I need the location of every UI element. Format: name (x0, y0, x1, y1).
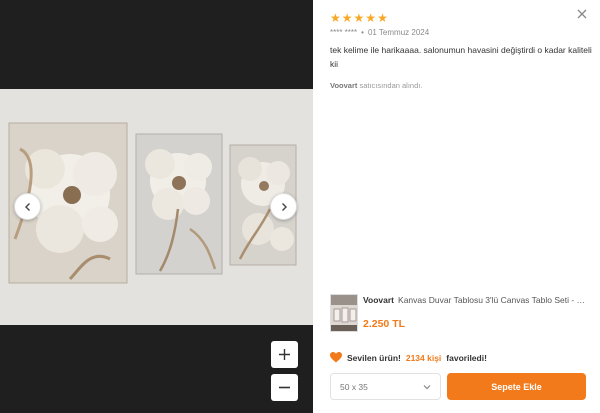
product-card[interactable]: Voovart Kanvas Duvar Tablosu 3'lü Canvas … (330, 294, 592, 334)
review-photo (0, 89, 313, 325)
star-icon: ★ (341, 11, 353, 25)
product-thumbnail[interactable] (330, 294, 358, 332)
chevron-right-icon (281, 202, 287, 211)
star-icon: ★ (365, 11, 377, 25)
review-date: 01 Temmuz 2024 (367, 28, 430, 37)
heart-icon (330, 352, 342, 363)
favorite-suffix: favoriledi! (446, 352, 487, 363)
chevron-left-icon (24, 202, 30, 211)
plus-icon (279, 349, 290, 360)
image-viewer (0, 0, 313, 413)
chevron-down-icon (423, 385, 431, 390)
size-value: 50 x 35 (340, 381, 368, 392)
review-panel: ★ ★ ★ ★ ★ **** **** • 01 Temmuz 2024 tek… (313, 0, 600, 413)
seller-suffix: satıcısından alındı. (359, 81, 423, 90)
meta-separator: • (361, 28, 364, 37)
size-select[interactable]: 50 x 35 (330, 373, 441, 400)
zoom-out-button[interactable] (271, 374, 298, 401)
product-price: 2.250 TL (363, 318, 406, 330)
previous-image-button[interactable] (14, 193, 41, 220)
seller-info: Voovart satıcısından alındı. (330, 81, 422, 90)
add-to-cart-button[interactable]: Sepete Ekle (447, 373, 586, 400)
next-image-button[interactable] (270, 193, 297, 220)
reviewer-name: **** **** (330, 28, 358, 37)
favorite-prefix: Sevilen ürün! (347, 352, 401, 363)
minus-icon (279, 386, 290, 389)
product-brand: Voovart (363, 295, 395, 305)
product-name: Kanvas Duvar Tablosu 3'lü Canvas Tablo S… (398, 295, 591, 305)
review-text: tek kelime ile harikaaaa. salonumun hava… (330, 45, 592, 69)
rating-stars: ★ ★ ★ ★ ★ (330, 12, 388, 24)
product-title[interactable]: Voovart Kanvas Duvar Tablosu 3'lü Canvas … (363, 295, 591, 305)
close-icon[interactable] (576, 8, 588, 20)
seller-name[interactable]: Voovart (330, 81, 357, 90)
favorite-count: 2134 kişi (405, 352, 442, 363)
star-icon: ★ (377, 11, 388, 25)
favorite-banner: Sevilen ürün! 2134 kişi favoriledi! (330, 352, 487, 363)
zoom-in-button[interactable] (271, 341, 298, 368)
star-icon: ★ (330, 11, 341, 25)
star-icon: ★ (353, 11, 365, 25)
review-meta: **** **** • 01 Temmuz 2024 (330, 28, 429, 37)
